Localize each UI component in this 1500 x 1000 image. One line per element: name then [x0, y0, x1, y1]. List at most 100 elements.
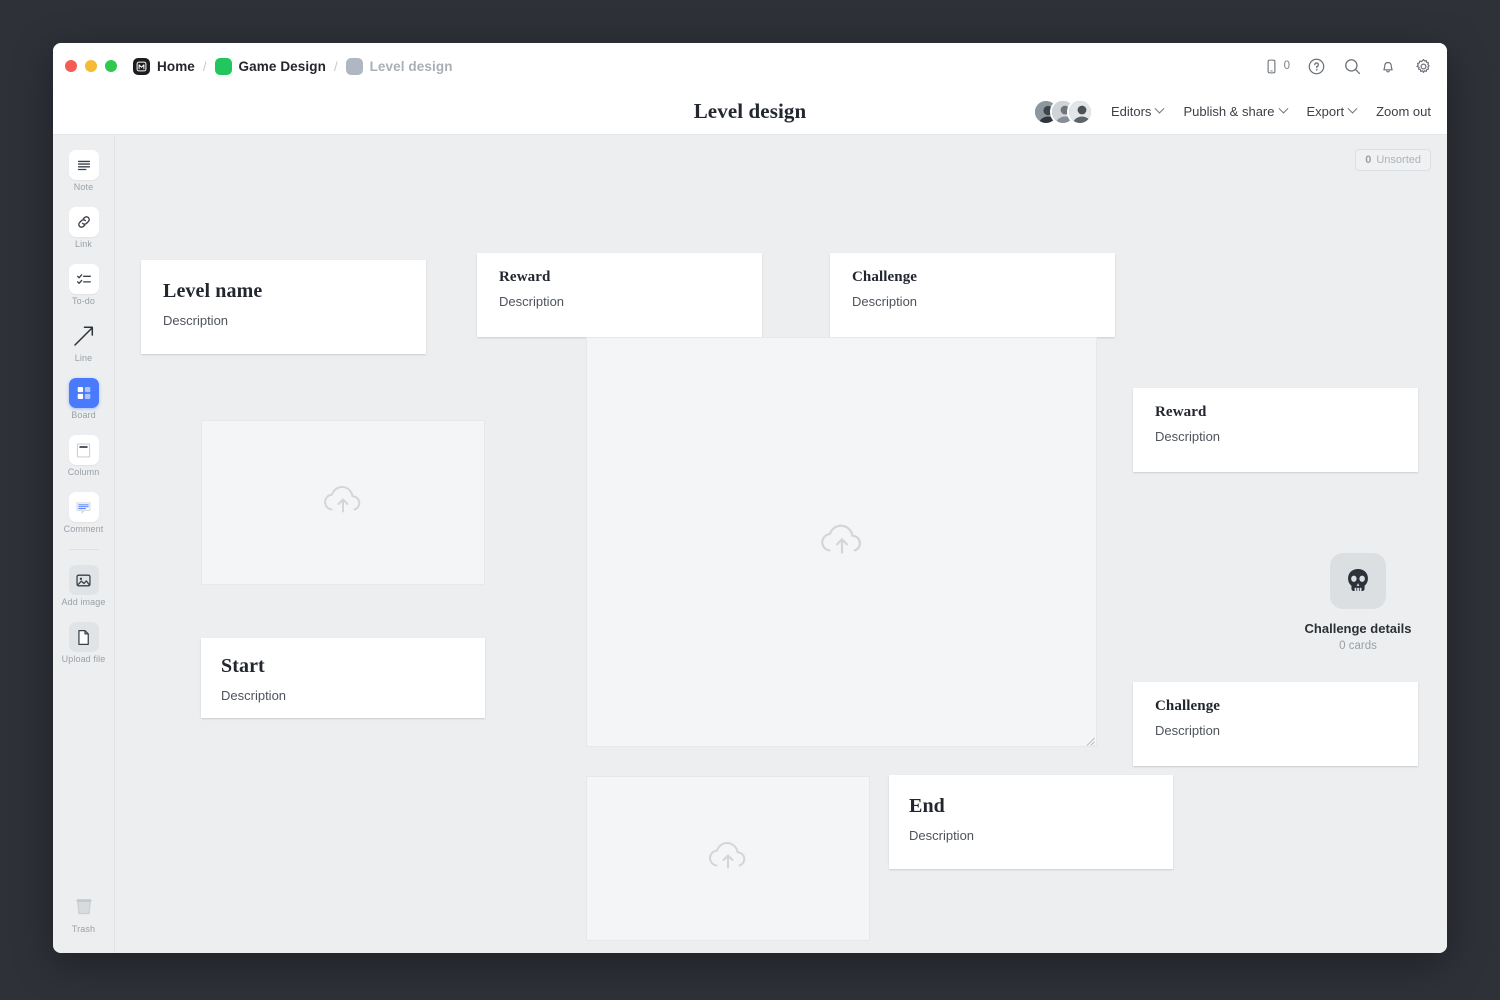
trash-icon [69, 892, 99, 922]
chevron-down-icon [1348, 104, 1358, 114]
breadcrumb-separator-2: / [333, 59, 339, 74]
card-title: Start [221, 655, 465, 678]
card-description: Description [499, 294, 740, 309]
sidebar-tool-label: To-do [72, 296, 95, 306]
card-end[interactable]: End Description [889, 775, 1173, 869]
folder-name: Challenge details [1305, 621, 1412, 636]
sidebar-divider [69, 549, 99, 550]
header-actions: Editors Publish & share Export Zoom out [1033, 99, 1431, 125]
breadcrumb-label-level-design: Level design [370, 59, 453, 74]
sidebar-tool-label: Line [75, 353, 92, 363]
minimize-window-button[interactable] [85, 60, 97, 72]
card-description: Description [909, 828, 1153, 843]
folder-card-count: 0 cards [1339, 640, 1377, 652]
breadcrumb-label-game-design: Game Design [239, 59, 326, 74]
zoom-out-label: Zoom out [1376, 104, 1431, 119]
mobile-device-count: 0 [1284, 60, 1290, 72]
sidebar-tool-upload-file[interactable]: Upload file [57, 619, 111, 669]
zoom-out-button[interactable]: Zoom out [1376, 104, 1431, 119]
close-window-button[interactable] [65, 60, 77, 72]
tool-sidebar: Note Link To-do Line [53, 135, 115, 953]
card-challenge-top[interactable]: Challenge Description [830, 253, 1115, 337]
breadcrumb-item-home[interactable]: Home [133, 58, 195, 75]
notifications-bell-icon[interactable] [1379, 57, 1397, 75]
board-canvas[interactable]: 0 Unsorted Level name Description Reward… [115, 135, 1447, 953]
upload-file-icon [69, 622, 99, 652]
sidebar-tool-label: Trash [72, 924, 95, 934]
sidebar-tool-board[interactable]: Board [57, 375, 111, 425]
window-controls[interactable] [65, 60, 117, 72]
sidebar-tool-trash[interactable]: Trash [57, 889, 111, 939]
maximize-window-button[interactable] [105, 60, 117, 72]
image-placeholder-left[interactable] [201, 420, 485, 585]
unsorted-badge[interactable]: 0 Unsorted [1355, 149, 1431, 171]
publish-share-menu[interactable]: Publish & share [1183, 104, 1286, 119]
sidebar-tool-link[interactable]: Link [57, 204, 111, 254]
cloud-upload-icon [815, 518, 869, 567]
settings-gear-icon[interactable] [1414, 57, 1433, 76]
editors-label: Editors [1111, 104, 1151, 119]
card-title: Reward [499, 269, 740, 286]
card-title: End [909, 795, 1153, 818]
card-challenge-right[interactable]: Challenge Description [1133, 682, 1418, 766]
card-description: Description [1155, 723, 1396, 738]
mobile-device-icon[interactable]: 0 [1263, 58, 1290, 75]
card-title: Reward [1155, 404, 1396, 421]
chevron-down-icon [1278, 104, 1288, 114]
note-icon [69, 150, 99, 180]
card-reward-top[interactable]: Reward Description [477, 253, 762, 337]
sidebar-tool-label: Add image [62, 597, 106, 607]
sidebar-tool-comment[interactable]: Comment [57, 489, 111, 539]
board-header: Level design Editors Publish & share [53, 89, 1447, 135]
breadcrumb: Home / Game Design / Level design [133, 58, 453, 75]
sidebar-tool-label: Board [71, 410, 96, 420]
help-icon[interactable] [1307, 57, 1326, 76]
chevron-down-icon [1155, 104, 1165, 114]
line-arrow-icon [69, 321, 99, 351]
breadcrumb-item-game-design[interactable]: Game Design [215, 58, 326, 75]
workspace: Note Link To-do Line [53, 135, 1447, 953]
image-placeholder-bottom[interactable] [586, 776, 870, 941]
titlebar-actions: 0 [1263, 57, 1433, 76]
sidebar-tool-label: Note [74, 182, 93, 192]
avatar[interactable] [1067, 99, 1093, 125]
titlebar: Home / Game Design / Level design 0 [53, 43, 1447, 89]
sidebar-tool-label: Link [75, 239, 92, 249]
card-description: Description [221, 688, 465, 703]
sidebar-tool-note[interactable]: Note [57, 147, 111, 197]
cloud-upload-icon [319, 480, 367, 525]
sidebar-tool-label: Upload file [62, 654, 106, 664]
publish-share-label: Publish & share [1183, 104, 1274, 119]
card-start[interactable]: Start Description [201, 638, 485, 718]
breadcrumb-item-level-design[interactable]: Level design [346, 58, 453, 75]
card-description: Description [852, 294, 1093, 309]
sidebar-tool-todo[interactable]: To-do [57, 261, 111, 311]
card-reward-right[interactable]: Reward Description [1133, 388, 1418, 472]
column-icon [69, 435, 99, 465]
export-menu[interactable]: Export [1307, 104, 1357, 119]
board-swatch-icon [346, 58, 363, 75]
card-title: Challenge [852, 269, 1093, 286]
card-description: Description [1155, 429, 1396, 444]
editors-menu[interactable]: Editors [1111, 104, 1163, 119]
board-item-challenge-details[interactable]: Challenge details 0 cards [1298, 553, 1418, 652]
unsorted-label: Unsorted [1376, 154, 1421, 166]
sidebar-tool-add-image[interactable]: Add image [57, 562, 111, 612]
image-placeholder-center[interactable] [586, 337, 1097, 747]
sidebar-tool-column[interactable]: Column [57, 432, 111, 482]
card-level-name[interactable]: Level name Description [141, 260, 426, 354]
board-icon [69, 378, 99, 408]
link-icon [69, 207, 99, 237]
resize-handle[interactable] [1083, 733, 1095, 745]
breadcrumb-label-home: Home [157, 59, 195, 74]
sidebar-tool-label: Comment [64, 524, 104, 534]
editor-avatars[interactable] [1033, 99, 1093, 125]
skull-icon [1330, 553, 1386, 609]
sidebar-tool-line[interactable]: Line [57, 318, 111, 368]
cloud-upload-icon [704, 836, 752, 881]
card-title: Level name [163, 280, 404, 303]
card-title: Challenge [1155, 698, 1396, 715]
add-image-icon [69, 565, 99, 595]
card-description: Description [163, 313, 404, 328]
search-icon[interactable] [1343, 57, 1362, 76]
